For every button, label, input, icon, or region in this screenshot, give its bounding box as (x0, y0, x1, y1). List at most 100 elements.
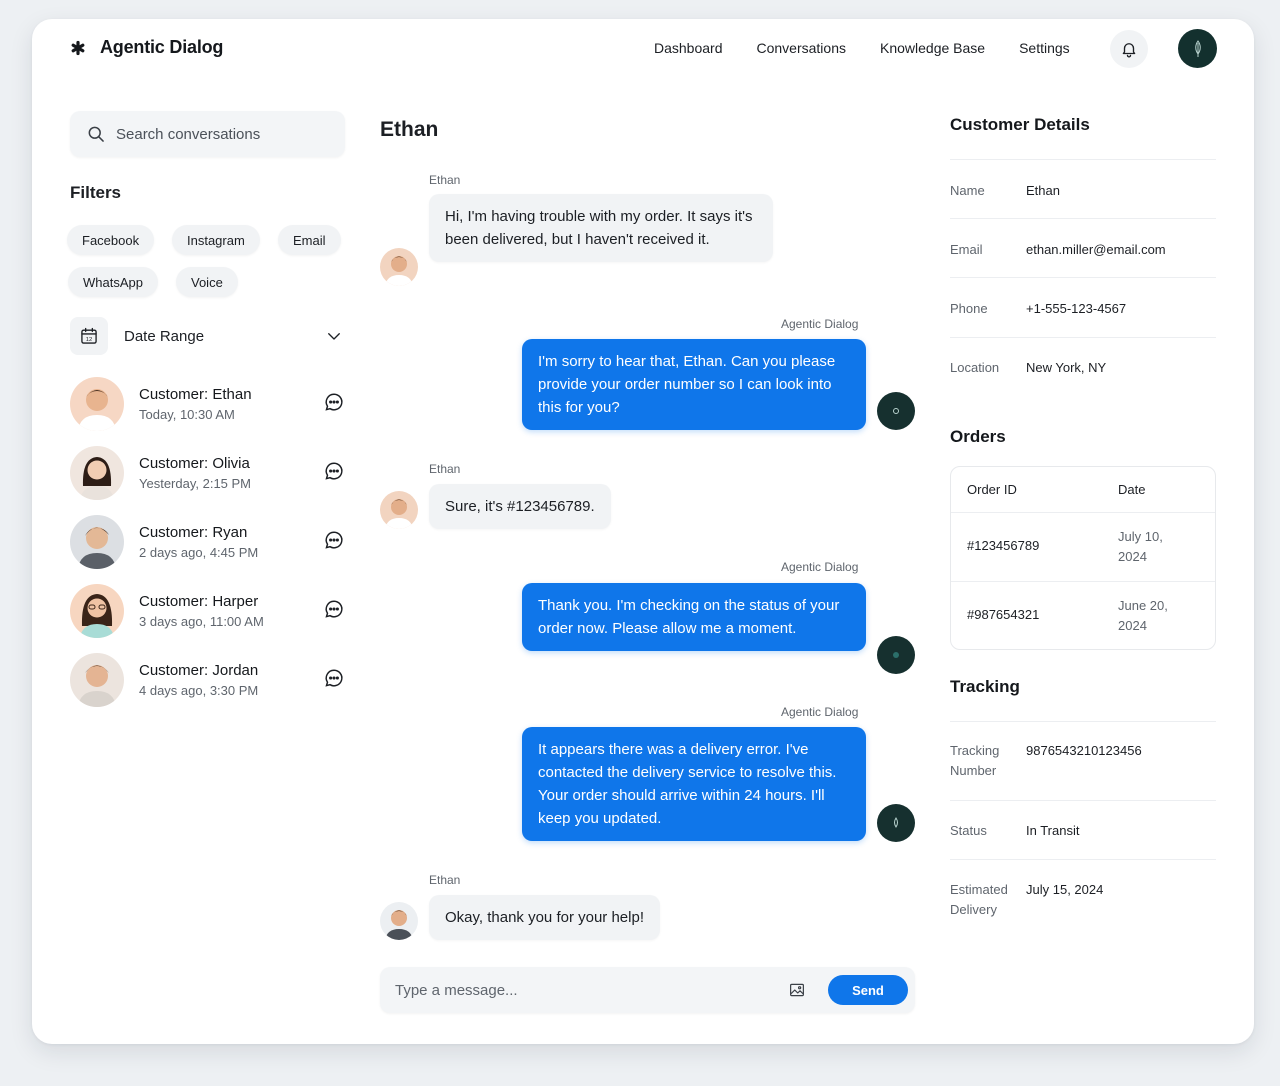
order-date: July 10, 2024 (1118, 529, 1163, 564)
conversation-name: Customer: Olivia (139, 454, 250, 472)
bell-icon (1122, 43, 1136, 58)
message-bubble-incoming: Okay, thank you for your help! (429, 895, 660, 940)
search-box[interactable] (70, 111, 345, 157)
user-avatar-button[interactable] (1178, 29, 1217, 68)
notifications-button[interactable] (1110, 30, 1148, 68)
conversation-name: Customer: Ethan (139, 385, 252, 403)
chevron-down-icon[interactable] (325, 327, 343, 345)
detail-value: July 15, 2024 (1026, 882, 1104, 897)
conversation-item[interactable]: Customer: Ryan 2 days ago, 4:45 PM (70, 507, 345, 576)
search-input[interactable] (116, 125, 326, 143)
chat-title: Ethan (380, 118, 439, 141)
search-icon (88, 126, 104, 142)
avatar (70, 376, 124, 431)
detail-value[interactable]: 9876543210123456 (1026, 741, 1142, 801)
calendar-button[interactable]: 12 (70, 317, 108, 355)
nav-knowledge-base[interactable]: Knowledge Base (880, 40, 985, 56)
table-divider (951, 581, 1215, 582)
chat-bubble-icon[interactable] (323, 391, 345, 413)
detail-row-location: Location New York, NY (950, 337, 1216, 397)
filter-chip-voice[interactable]: Voice (176, 267, 238, 297)
message-input[interactable] (395, 981, 765, 999)
asterisk-logo-icon (71, 40, 85, 55)
message-bubble-incoming: Sure, it's #123456789. (429, 484, 611, 529)
avatar (70, 652, 124, 707)
conversation-item[interactable]: Customer: Olivia Yesterday, 2:15 PM (70, 438, 345, 507)
order-id[interactable]: #123456789 (967, 538, 1039, 553)
orders-header-id: Order ID (967, 482, 1017, 497)
conversation-item[interactable]: Customer: Harper 3 days ago, 11:00 AM (70, 576, 345, 645)
conversation-time: Yesterday, 2:15 PM (139, 475, 252, 491)
message-sender: Agentic Dialog (781, 560, 859, 574)
agent-avatar (877, 392, 915, 430)
agent-logo-icon (893, 652, 899, 658)
avatar (70, 514, 124, 569)
chat-bubble-icon[interactable] (323, 667, 345, 689)
avatar (380, 491, 418, 529)
table-divider (951, 512, 1215, 513)
message-bubble-outgoing: It appears there was a delivery error. I… (522, 727, 866, 841)
conversation-name: Customer: Ryan (139, 523, 248, 541)
image-icon[interactable] (788, 981, 806, 999)
message-sender: Ethan (429, 873, 461, 887)
detail-row-status: Status In Transit (950, 800, 1216, 860)
message-bubble-incoming: Hi, I'm having trouble with my order. It… (429, 194, 773, 262)
chat-bubble-icon[interactable] (323, 529, 345, 551)
detail-label: Phone (950, 301, 988, 316)
conversation-time: 4 days ago, 3:30 PM (139, 682, 259, 698)
detail-row-name: Name Ethan (950, 159, 1216, 219)
avatar (380, 902, 418, 940)
date-range-label: Date Range (124, 327, 205, 345)
conversation-time: Today, 10:30 AM (139, 406, 235, 422)
conversation-item[interactable]: Customer: Ethan Today, 10:30 AM (70, 369, 345, 438)
send-button[interactable]: Send (828, 975, 908, 1005)
detail-row-estimated-delivery: Estimated Delivery July 15, 2024 (950, 859, 1216, 939)
detail-row-tracking-number: Tracking Number 9876543210123456 (950, 721, 1216, 801)
detail-label: Location (950, 360, 1000, 375)
detail-row-phone: Phone +1-555-123-4567 (950, 277, 1216, 337)
orders-heading: Orders (950, 427, 1006, 446)
order-id[interactable]: #987654321 (967, 607, 1039, 622)
avatar (70, 583, 124, 638)
filter-chip-facebook[interactable]: Facebook (67, 225, 155, 255)
calendar-icon: 12 (81, 327, 97, 344)
message-sender: Ethan (429, 462, 461, 476)
orders-header-date: Date (1118, 482, 1146, 497)
message-sender: Agentic Dialog (781, 317, 859, 331)
app-window: Agentic Dialog Dashboard Conversations K… (32, 19, 1254, 1044)
agent-avatar (877, 636, 915, 674)
agent-logo-icon (894, 817, 898, 828)
detail-label: Status (950, 823, 987, 838)
filter-chip-email[interactable]: Email (278, 225, 341, 255)
brand[interactable]: Agentic Dialog (70, 37, 223, 58)
conversation-list: Customer: Ethan Today, 10:30 AM Customer… (70, 369, 345, 714)
chat-bubble-icon[interactable] (323, 598, 345, 620)
tracking-heading: Tracking (950, 677, 1020, 696)
avatar (70, 445, 124, 500)
conversation-time: 3 days ago, 11:00 AM (139, 613, 264, 629)
app-name: Agentic Dialog (100, 37, 224, 57)
agent-logo-icon (893, 408, 899, 414)
message-bubble-outgoing: I'm sorry to hear that, Ethan. Can you p… (522, 339, 866, 430)
filter-chip-instagram[interactable]: Instagram (172, 225, 260, 255)
detail-value: In Transit (1026, 823, 1080, 838)
calendar-day: 12 (86, 337, 92, 343)
conversation-name: Customer: Jordan (139, 661, 259, 679)
nav-settings[interactable]: Settings (1019, 40, 1070, 56)
detail-row-email: Email ethan.miller@email.com (950, 218, 1216, 278)
chat-bubble-icon[interactable] (323, 460, 345, 482)
detail-label: Email (950, 242, 983, 257)
detail-value[interactable]: +1-555-123-4567 (1026, 299, 1126, 337)
message-sender: Ethan (429, 173, 461, 187)
detail-value[interactable]: ethan.miller@email.com (1026, 240, 1166, 278)
filter-chip-whatsapp[interactable]: WhatsApp (68, 267, 158, 297)
nav-conversations[interactable]: Conversations (757, 40, 847, 56)
order-date: June 20, 2024 (1118, 598, 1168, 633)
detail-label: Tracking Number (950, 743, 1000, 778)
leaf-logo-icon (1194, 39, 1201, 57)
date-range-select[interactable]: 12 Date Range (70, 317, 345, 355)
message-composer: Send (380, 967, 915, 1013)
conversation-item[interactable]: Customer: Jordan 4 days ago, 3:30 PM (70, 645, 345, 714)
top-nav: Dashboard Conversations Knowledge Base S… (654, 40, 1070, 56)
nav-dashboard[interactable]: Dashboard (654, 40, 723, 56)
